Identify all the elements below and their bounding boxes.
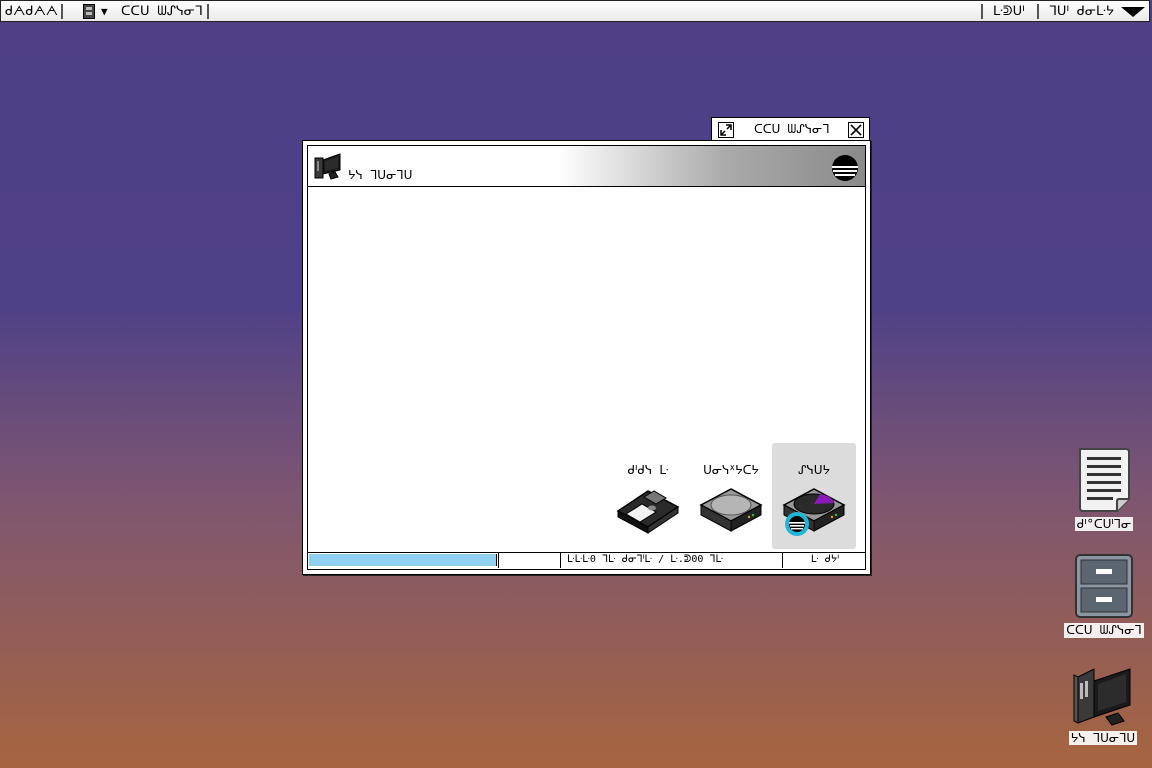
close-button[interactable] bbox=[848, 122, 864, 138]
desktop-icon-label: ᔭᓭ ᒣᑌᓂᒣᑌ bbox=[1068, 731, 1138, 745]
clock-display[interactable]: ᒷᕲᑌᑊ bbox=[993, 3, 1025, 20]
system-drive-icon bbox=[782, 488, 846, 536]
file-area[interactable]: ᑯᑊᑯᓭ ᒷ ᑌᓂᓭᕽᔭᑕᔭ ᔑᓭᑌᔭ bbox=[308, 187, 865, 553]
drive-label: ᑌᓂᓭᕽᔭᑕᔭ bbox=[703, 463, 759, 477]
disk-space-text: ᒷᒷᒷ0 ᒣᒷ ᑯᓂᒣᑊᒷ / ᒷ.ᕲ00 ᒣᒷ bbox=[560, 553, 782, 568]
main-menu-button[interactable]: ᑯᗅᑯᗅᗅ bbox=[5, 3, 58, 20]
window-menu-icon[interactable] bbox=[831, 154, 859, 182]
disk-usage-progress-bar bbox=[309, 554, 497, 566]
window-title: ᔭᓭ ᒣᑌᓂᒣᑌ bbox=[348, 168, 413, 182]
top-menu-bar: ᑯᗅᑯᗅᗅ ▼ ᑕᑕᑌ ᗯᔑᓭᓂᒣ ᒷᕲᑌᑊ ᒣᑌᑊ ᑯᓂᒷᔭ bbox=[0, 0, 1150, 22]
menu-separator bbox=[207, 4, 209, 19]
menu-separator bbox=[1037, 4, 1039, 19]
item-count-text: ᒷ ᑯᔭᑊ bbox=[782, 553, 867, 568]
user-menu-caret-icon[interactable] bbox=[1121, 7, 1145, 17]
menu-separator bbox=[61, 4, 63, 19]
drive-label: ᑯᑊᑯᓭ ᒷ bbox=[627, 463, 669, 477]
file-manager-window: ᔭᓭ ᒣᑌᓂᒣᑌ ᑯᑊᑯᓭ ᒷ ᑌᓂᓭᕽᔭᑕᔭ ᔑᓭᑌᔭ ᒷᒷᒷ0 ᒣᒷ ᑯᓂᒣ… bbox=[302, 140, 871, 575]
status-cell bbox=[498, 553, 560, 568]
menu-separator bbox=[981, 4, 983, 19]
file-cabinet-icon bbox=[83, 4, 95, 19]
hard-drive-icon bbox=[699, 488, 763, 532]
drive-item-floppy[interactable]: ᑯᑊᑯᓭ ᒷ bbox=[606, 443, 690, 549]
status-bar: ᒷᒷᒷ0 ᒣᒷ ᑯᓂᒣᑊᒷ / ᒷ.ᕲ00 ᒣᒷ ᒷ ᑯᔭᑊ bbox=[308, 552, 865, 569]
file-cabinet-icon bbox=[1075, 554, 1133, 618]
desktop-icon-document[interactable]: ᑯᑊ°ᑕᑌᑊᒣᓂ bbox=[1064, 447, 1144, 532]
user-menu[interactable]: ᒣᑌᑊ ᑯᓂᒷᔭ bbox=[1049, 3, 1114, 20]
desktop-icon-label: ᑕᑕᑌ ᗯᔑᓭᓂᒣ bbox=[1064, 623, 1144, 638]
maximize-button[interactable] bbox=[718, 122, 734, 138]
drive-label: ᔑᓭᑌᔭ bbox=[797, 463, 831, 477]
document-icon bbox=[1079, 448, 1130, 512]
app-menu-caret-icon[interactable]: ▼ bbox=[101, 3, 108, 20]
desktop-icon-file-manager[interactable]: ᑕᑕᑌ ᗯᔑᓭᓂᒣ bbox=[1064, 553, 1144, 638]
drive-item-hard-drive[interactable]: ᑌᓂᓭᕽᔭᑕᔭ bbox=[689, 443, 773, 549]
computer-icon bbox=[314, 153, 341, 180]
drive-item-system[interactable]: ᔑᓭᑌᔭ bbox=[772, 443, 856, 549]
desktop-icon-computer[interactable]: ᔭᓭ ᒣᑌᓂᒣᑌ bbox=[1063, 659, 1143, 746]
close-icon bbox=[850, 124, 862, 136]
window-titlebar[interactable]: ᔭᓭ ᒣᑌᓂᒣᑌ bbox=[308, 146, 865, 187]
active-app-name[interactable]: ᑕᑕᑌ ᗯᔑᓭᓂᒣ bbox=[121, 3, 203, 20]
window-tab[interactable]: ᑕᑕᑌ ᗯᔑᓭᓂᒣ bbox=[711, 117, 870, 141]
computer-icon bbox=[1073, 668, 1131, 726]
floppy-disk-icon bbox=[616, 490, 680, 534]
window-tab-title: ᑕᑕᑌ ᗯᔑᓭᓂᒣ bbox=[754, 122, 830, 136]
desktop-icon-label: ᑯᑊ°ᑕᑌᑊᒣᓂ bbox=[1074, 517, 1134, 531]
window-frame: ᔭᓭ ᒣᑌᓂᒣᑌ ᑯᑊᑯᓭ ᒷ ᑌᓂᓭᕽᔭᑕᔭ ᔑᓭᑌᔭ ᒷᒷᒷ0 ᒣᒷ ᑯᓂᒣ… bbox=[307, 145, 866, 570]
maximize-icon bbox=[720, 124, 732, 136]
